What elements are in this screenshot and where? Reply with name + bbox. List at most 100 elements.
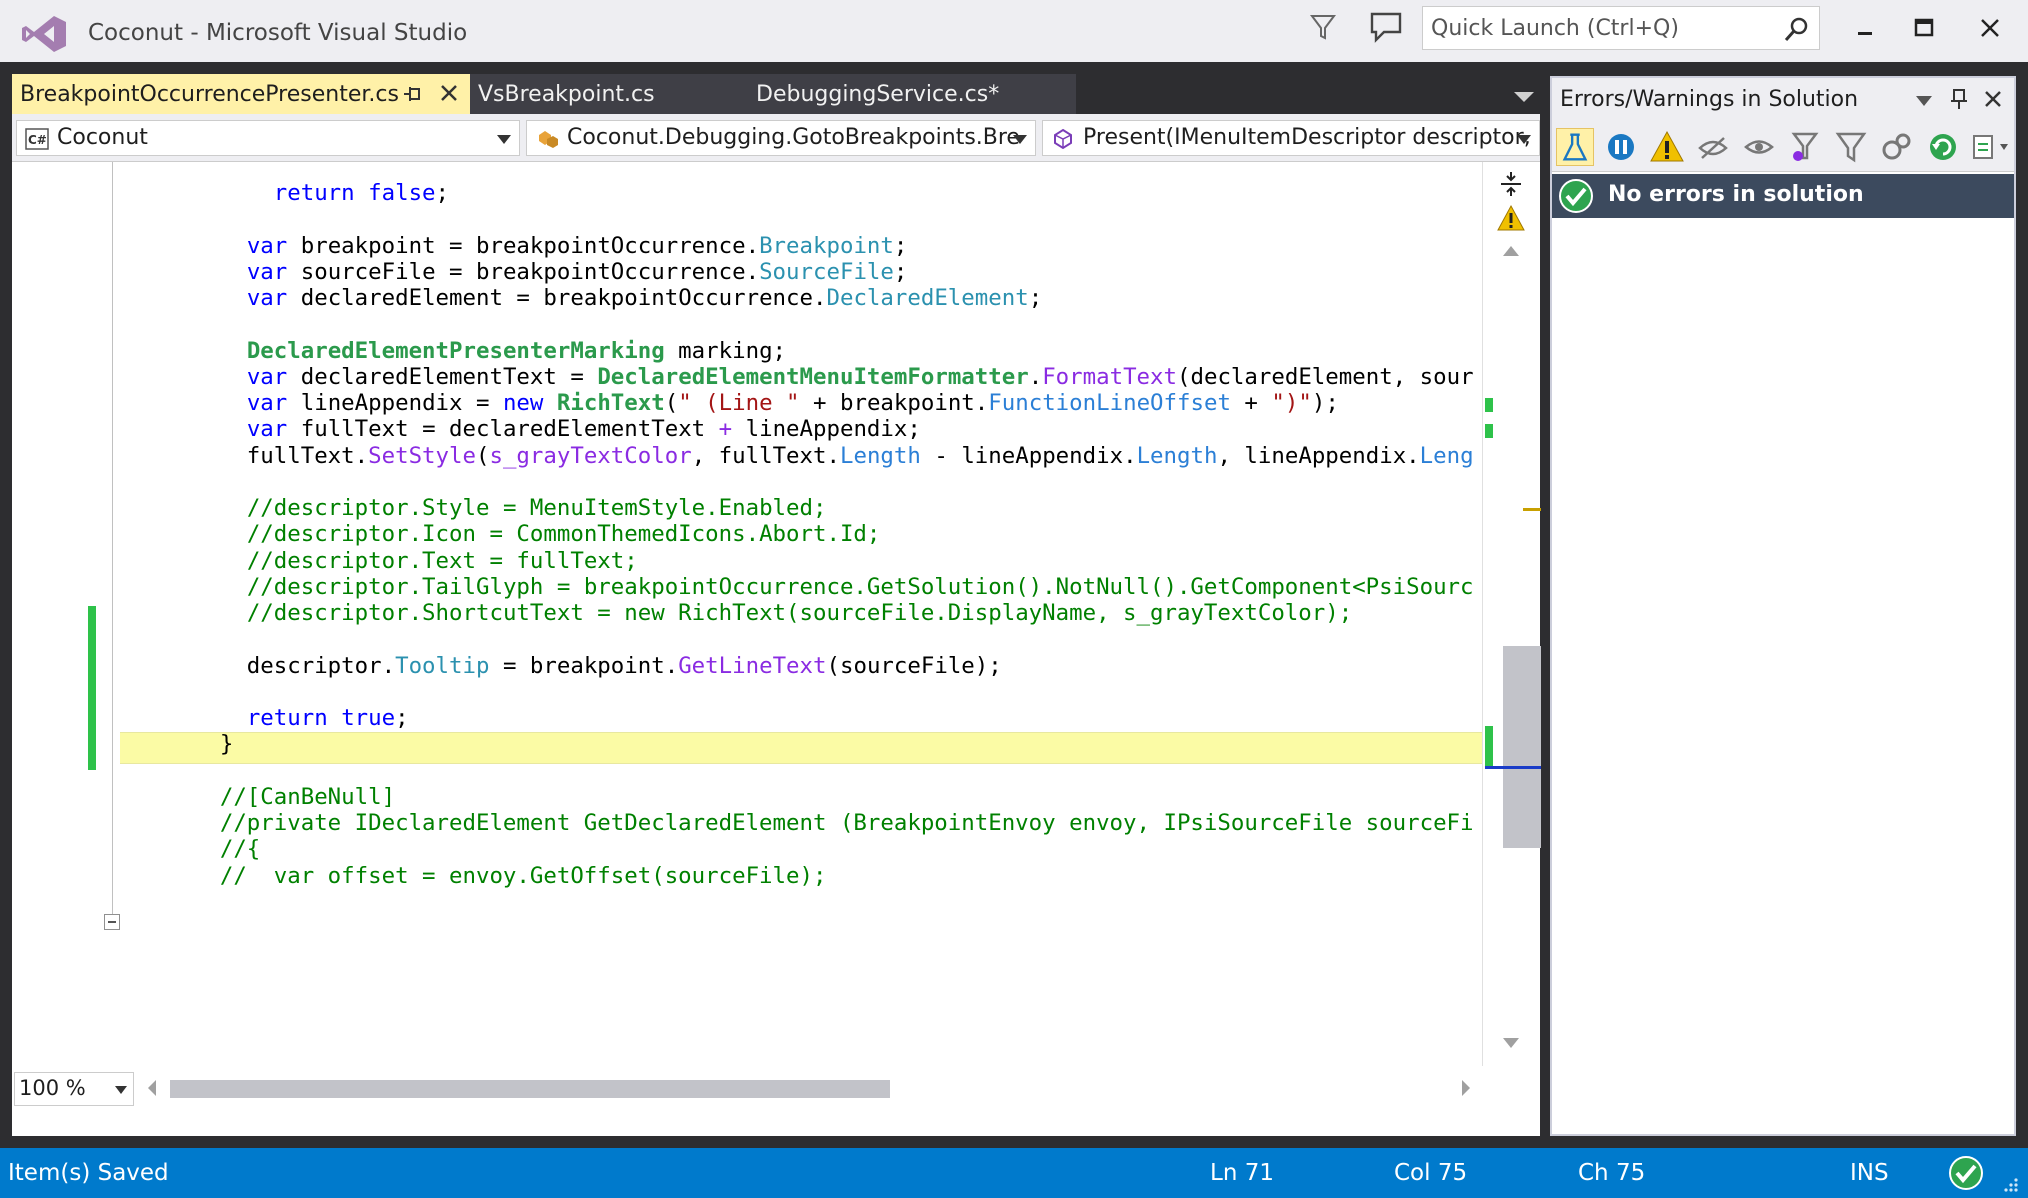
editor-bottom-bar: 100 % xyxy=(12,1066,1540,1136)
panel-menu-dropdown-icon[interactable] xyxy=(1916,96,1932,106)
code-line: descriptor.Tooltip = breakpoint.GetLineT… xyxy=(112,649,1002,683)
vertical-scrollbar[interactable] xyxy=(1482,162,1541,1066)
code-line: return false; xyxy=(112,176,449,210)
status-bar: Item(s) Saved Ln 71 Col 75 Ch 75 INS xyxy=(0,1148,2028,1198)
chevron-down-icon xyxy=(1013,135,1027,144)
navigation-bar: C# Coconut Coconut.Debugging.GotoBreakpo… xyxy=(12,114,1540,162)
tab-breakpointoccurrencepresenter[interactable]: BreakpointOccurrencePresenter.cs xyxy=(12,74,470,114)
code-line: // var offset = envoy.GetOffset(sourceFi… xyxy=(112,859,827,893)
success-check-icon xyxy=(1559,179,1593,213)
warning-icon[interactable] xyxy=(1497,204,1525,232)
scroll-up-icon[interactable] xyxy=(1501,244,1521,258)
code-token: declaredElement = breakpointOccurrence. xyxy=(287,285,827,311)
tab-debuggingservice[interactable]: DebuggingService.cs* xyxy=(742,74,1076,114)
code-token: GetLineText xyxy=(678,652,827,679)
code-token: descriptor. xyxy=(112,652,396,679)
tab-label: DebuggingService.cs* xyxy=(756,82,1000,107)
warning-icon[interactable] xyxy=(1648,128,1686,166)
flask-icon[interactable] xyxy=(1556,128,1594,166)
code-line: } xyxy=(112,727,234,761)
scrollbar-thumb[interactable] xyxy=(1503,646,1541,848)
code-token: ( xyxy=(475,442,490,469)
eye-icon[interactable] xyxy=(1740,128,1778,166)
code-token: SetStyle xyxy=(368,442,476,469)
zoom-dropdown[interactable]: 100 % xyxy=(14,1072,134,1106)
split-window-icon[interactable] xyxy=(1497,170,1525,198)
caret-position-marker xyxy=(1485,766,1541,769)
tab-label: VsBreakpoint.cs xyxy=(478,82,655,107)
refresh-icon[interactable] xyxy=(1924,128,1962,166)
funnel-icon[interactable] xyxy=(1832,128,1870,166)
quick-launch-input[interactable]: Quick Launch (Ctrl+Q) xyxy=(1422,6,1820,50)
pin-tab-icon[interactable] xyxy=(402,84,422,104)
scroll-down-icon[interactable] xyxy=(1501,1036,1521,1050)
tab-label: BreakpointOccurrencePresenter.cs xyxy=(20,82,399,107)
member-name: Present(IMenuItemDescriptor descriptor, xyxy=(1083,125,1531,150)
code-token: ; xyxy=(1028,285,1043,311)
code-token: // var offset = envoy.GetOffset(sourceFi… xyxy=(219,862,827,889)
solution-status-row[interactable]: No errors in solution xyxy=(1552,174,2014,218)
code-token: true xyxy=(341,705,396,731)
close-tab-icon[interactable] xyxy=(438,82,460,104)
csharp-file-icon: C# xyxy=(25,128,49,150)
line-number: Ln 71 xyxy=(1210,1160,1274,1186)
document-tab-strip: BreakpointOccurrencePresenter.cs VsBreak… xyxy=(12,74,1542,114)
code-token: FunctionLineOffset xyxy=(988,390,1231,416)
resize-grip-icon[interactable] xyxy=(2000,1174,2020,1194)
code-token: = breakpoint. xyxy=(489,652,679,679)
horizontal-scrollbar-thumb[interactable] xyxy=(170,1080,890,1098)
tab-vsbreakpoint[interactable]: VsBreakpoint.cs xyxy=(470,74,742,114)
export-dropdown-icon[interactable] xyxy=(1970,128,2010,166)
project-name: Coconut xyxy=(57,125,148,150)
chevron-down-icon xyxy=(115,1086,127,1094)
code-token: + xyxy=(1230,390,1272,416)
code-line: fullText.SetStyle(s_grayTextColor, fullT… xyxy=(112,439,1474,473)
project-dropdown[interactable]: C# Coconut xyxy=(16,120,520,156)
code-token: , lineAppendix. xyxy=(1217,442,1420,469)
status-message: Item(s) Saved xyxy=(8,1160,169,1186)
minimize-button[interactable] xyxy=(1836,8,1892,48)
feedback-icon[interactable] xyxy=(1368,10,1404,44)
solution-status-text: No errors in solution xyxy=(1608,182,1864,207)
collapse-region-icon[interactable] xyxy=(104,914,120,930)
search-icon[interactable] xyxy=(1783,15,1811,43)
close-window-button[interactable] xyxy=(1962,8,2018,48)
code-token: false xyxy=(368,180,436,206)
warning-marker xyxy=(1523,508,1541,511)
scroll-left-icon[interactable] xyxy=(146,1078,158,1098)
code-token: s_grayTextColor xyxy=(489,442,692,469)
code-line: var declaredElement = breakpointOccurren… xyxy=(112,281,1042,315)
type-name: Coconut.Debugging.GotoBreakpoints.Bre xyxy=(567,125,1020,150)
svg-text:C#: C# xyxy=(28,133,47,147)
notifications-filter-icon[interactable] xyxy=(1308,10,1338,44)
code-text-area[interactable]: return false; var breakpoint = breakpoin… xyxy=(12,162,1482,1066)
scroll-right-icon[interactable] xyxy=(1460,1078,1472,1098)
member-dropdown[interactable]: Present(IMenuItemDescriptor descriptor, xyxy=(1042,120,1540,156)
code-token: DeclaredElement xyxy=(826,285,1029,311)
column-number: Col 75 xyxy=(1394,1160,1468,1186)
code-token: Length xyxy=(1136,442,1218,469)
tab-overflow-dropdown-icon[interactable] xyxy=(1512,90,1536,104)
code-token: - lineAppendix. xyxy=(920,442,1137,469)
hide-icon[interactable] xyxy=(1694,128,1732,166)
current-line-highlight xyxy=(120,732,1482,764)
code-token: ; xyxy=(395,705,409,731)
char-number: Ch 75 xyxy=(1578,1160,1646,1186)
code-token: ; xyxy=(435,180,450,206)
window-title: Coconut - Microsoft Visual Studio xyxy=(88,20,468,46)
panel-header: Errors/Warnings in Solution xyxy=(1552,78,2014,122)
code-token: fullText. xyxy=(112,442,369,469)
pin-panel-icon[interactable] xyxy=(1948,88,1970,110)
analysis-ok-icon[interactable] xyxy=(1948,1155,1984,1191)
type-dropdown[interactable]: Coconut.Debugging.GotoBreakpoints.Bre xyxy=(526,120,1036,156)
visual-studio-logo-icon xyxy=(22,16,66,52)
maximize-button[interactable] xyxy=(1896,8,1952,48)
filter-flask-icon[interactable] xyxy=(1786,128,1824,166)
settings-gears-icon[interactable] xyxy=(1878,128,1916,166)
close-panel-icon[interactable] xyxy=(1982,88,2004,110)
pause-icon[interactable] xyxy=(1602,128,1640,166)
